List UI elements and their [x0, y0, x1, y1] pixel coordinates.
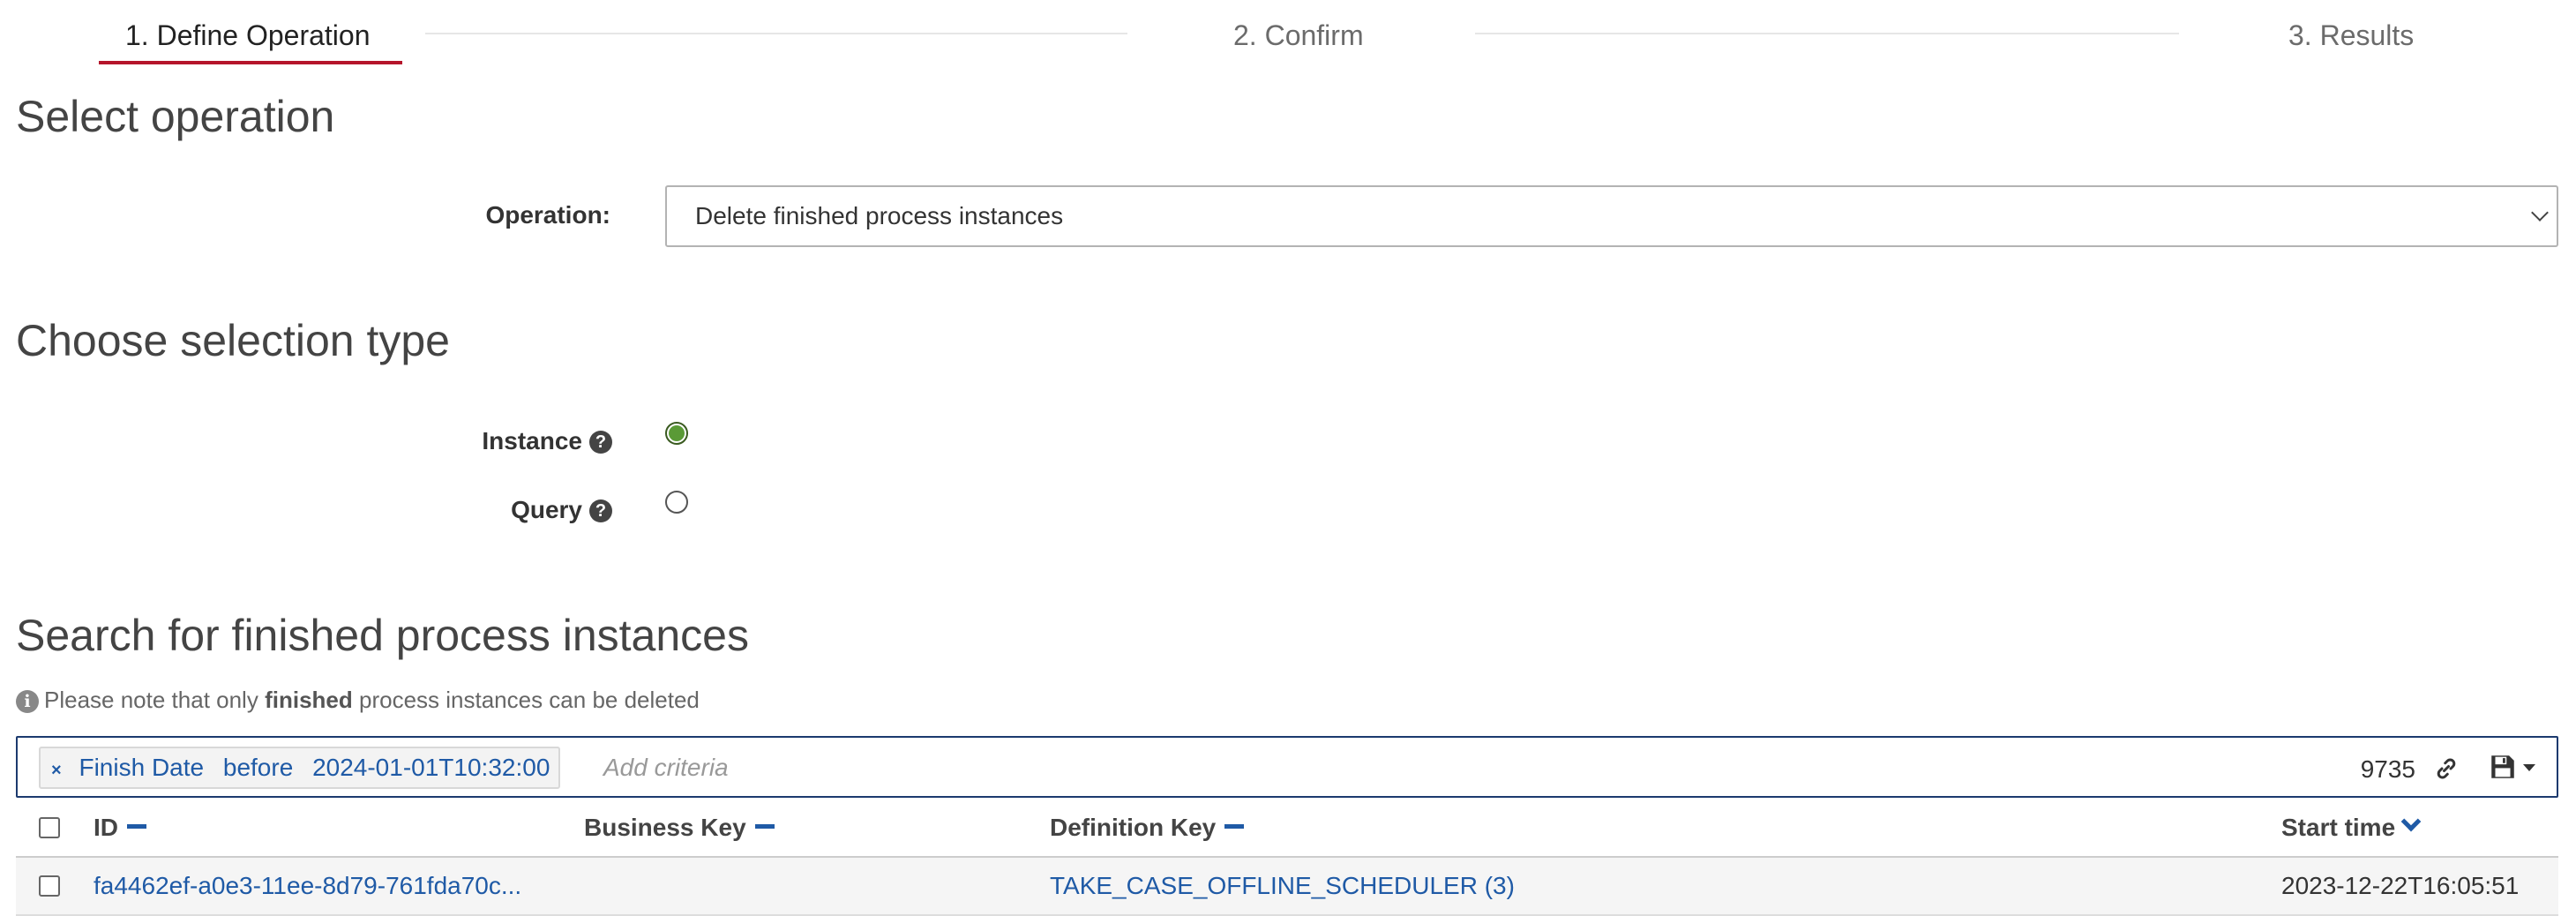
help-icon[interactable]: ? — [589, 499, 612, 522]
column-header-definition-key[interactable]: Definition Key — [1050, 814, 1245, 842]
step-confirm[interactable]: 2. Confirm — [1233, 16, 1364, 55]
sort-neutral-icon[interactable] — [754, 824, 775, 829]
step-connector — [1475, 33, 2179, 34]
column-label: ID — [94, 814, 118, 841]
column-header-business-key[interactable]: Business Key — [584, 814, 775, 842]
instance-label-text: Instance — [482, 427, 582, 454]
sort-descending-icon[interactable] — [2400, 811, 2422, 832]
step-connector — [425, 33, 1127, 34]
wizard-steps: 1. Define Operation 2. Confirm 3. Result… — [0, 0, 2576, 67]
operation-select[interactable]: Delete finished process instances — [665, 185, 2558, 247]
instance-radio[interactable] — [665, 422, 688, 445]
select-operation-heading: Select operation — [16, 92, 335, 141]
step-define-operation[interactable]: 1. Define Operation — [125, 16, 371, 55]
start-time-cell: 2023-12-22T16:05:51 — [2281, 872, 2520, 899]
search-criterion-chip[interactable]: × Finish Date before 2024-01-01T10:32:00 — [39, 747, 561, 789]
info-icon: i — [16, 690, 39, 713]
operation-select-value: Delete finished process instances — [695, 202, 1064, 229]
step-results[interactable]: 3. Results — [2288, 16, 2414, 55]
result-count: 9735 — [2360, 755, 2415, 783]
finished-instances-note: i Please note that only finished process … — [16, 687, 700, 714]
active-step-underline — [99, 61, 402, 64]
criterion-value[interactable]: 2024-01-01T10:32:00 — [312, 754, 550, 781]
definition-key-link[interactable]: TAKE_CASE_OFFLINE_SCHEDULER (3) — [1050, 872, 1515, 900]
note-bold: finished — [265, 687, 353, 713]
selection-type-heading: Choose selection type — [16, 316, 450, 365]
query-label-text: Query — [511, 496, 582, 523]
operation-label: Operation: — [485, 201, 610, 229]
search-criteria-bar[interactable]: × Finish Date before 2024-01-01T10:32:00… — [16, 736, 2558, 798]
link-icon[interactable] — [2433, 755, 2460, 782]
add-criteria-input[interactable]: Add criteria — [603, 750, 729, 785]
chevron-down-icon — [2531, 204, 2549, 221]
row-select-checkbox[interactable] — [39, 875, 60, 897]
query-radio[interactable] — [665, 491, 688, 514]
criterion-operator[interactable]: before — [223, 754, 293, 781]
criterion-field[interactable]: Finish Date — [79, 754, 204, 781]
caret-down-icon[interactable] — [2523, 764, 2535, 771]
sort-neutral-icon[interactable] — [127, 824, 146, 829]
instance-option-label: Instance? — [482, 427, 612, 455]
sort-neutral-icon[interactable] — [1224, 824, 1245, 829]
remove-criterion-icon[interactable]: × — [51, 761, 62, 780]
save-icon[interactable] — [2488, 752, 2518, 782]
column-label: Definition Key — [1050, 814, 1217, 841]
select-all-checkbox[interactable] — [39, 817, 60, 838]
query-option-label: Query? — [511, 496, 612, 524]
table-header: ID Business Key Definition Key Start tim… — [16, 801, 2558, 858]
note-suffix: process instances can be deleted — [358, 687, 700, 713]
column-label: Business Key — [584, 814, 746, 841]
help-icon[interactable]: ? — [589, 431, 612, 454]
search-heading: Search for finished process instances — [16, 611, 749, 660]
column-label: Start time — [2281, 814, 2396, 841]
column-header-id[interactable]: ID — [94, 814, 146, 842]
column-header-start-time[interactable]: Start time — [2281, 811, 2422, 842]
instance-id-link[interactable]: fa4462ef-a0e3-11ee-8d79-761fda70c... — [94, 872, 521, 900]
table-row: fa4462ef-a0e3-11ee-8d79-761fda70c... TAK… — [16, 858, 2558, 916]
note-prefix: Please note that only — [44, 687, 258, 713]
